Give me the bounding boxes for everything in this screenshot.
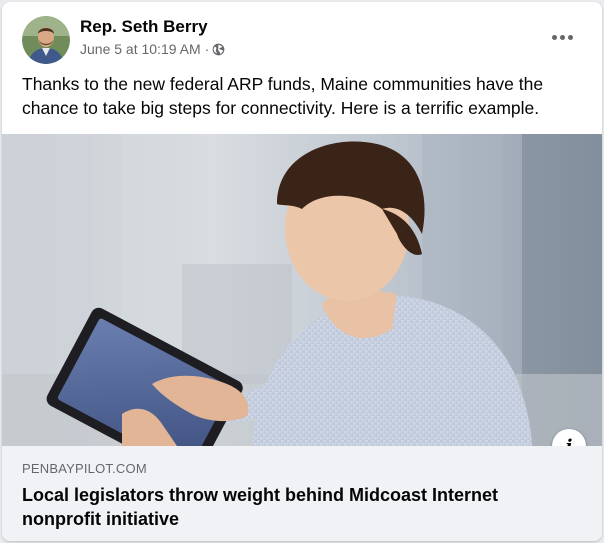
more-options-icon[interactable] bbox=[544, 24, 580, 50]
link-preview[interactable]: PENBAYPILOT.COM Local legislators throw … bbox=[2, 446, 602, 541]
post-header: Rep. Seth Berry June 5 at 10:19 AM · bbox=[2, 2, 602, 68]
link-domain: PENBAYPILOT.COM bbox=[22, 461, 147, 476]
meta-separator: · bbox=[204, 41, 210, 57]
post-text: Thanks to the new federal ARP funds, Mai… bbox=[22, 74, 544, 118]
post-card: Rep. Seth Berry June 5 at 10:19 AM · Tha… bbox=[2, 2, 602, 541]
author-name[interactable]: Rep. Seth Berry bbox=[80, 17, 208, 37]
author-avatar[interactable] bbox=[22, 16, 70, 64]
link-headline[interactable]: Local legislators throw weight behind Mi… bbox=[22, 483, 582, 531]
globe-icon[interactable] bbox=[212, 43, 225, 56]
link-preview-image[interactable] bbox=[2, 134, 602, 446]
post-timestamp[interactable]: June 5 at 10:19 AM bbox=[80, 41, 201, 57]
post-meta: June 5 at 10:19 AM · bbox=[80, 41, 225, 57]
